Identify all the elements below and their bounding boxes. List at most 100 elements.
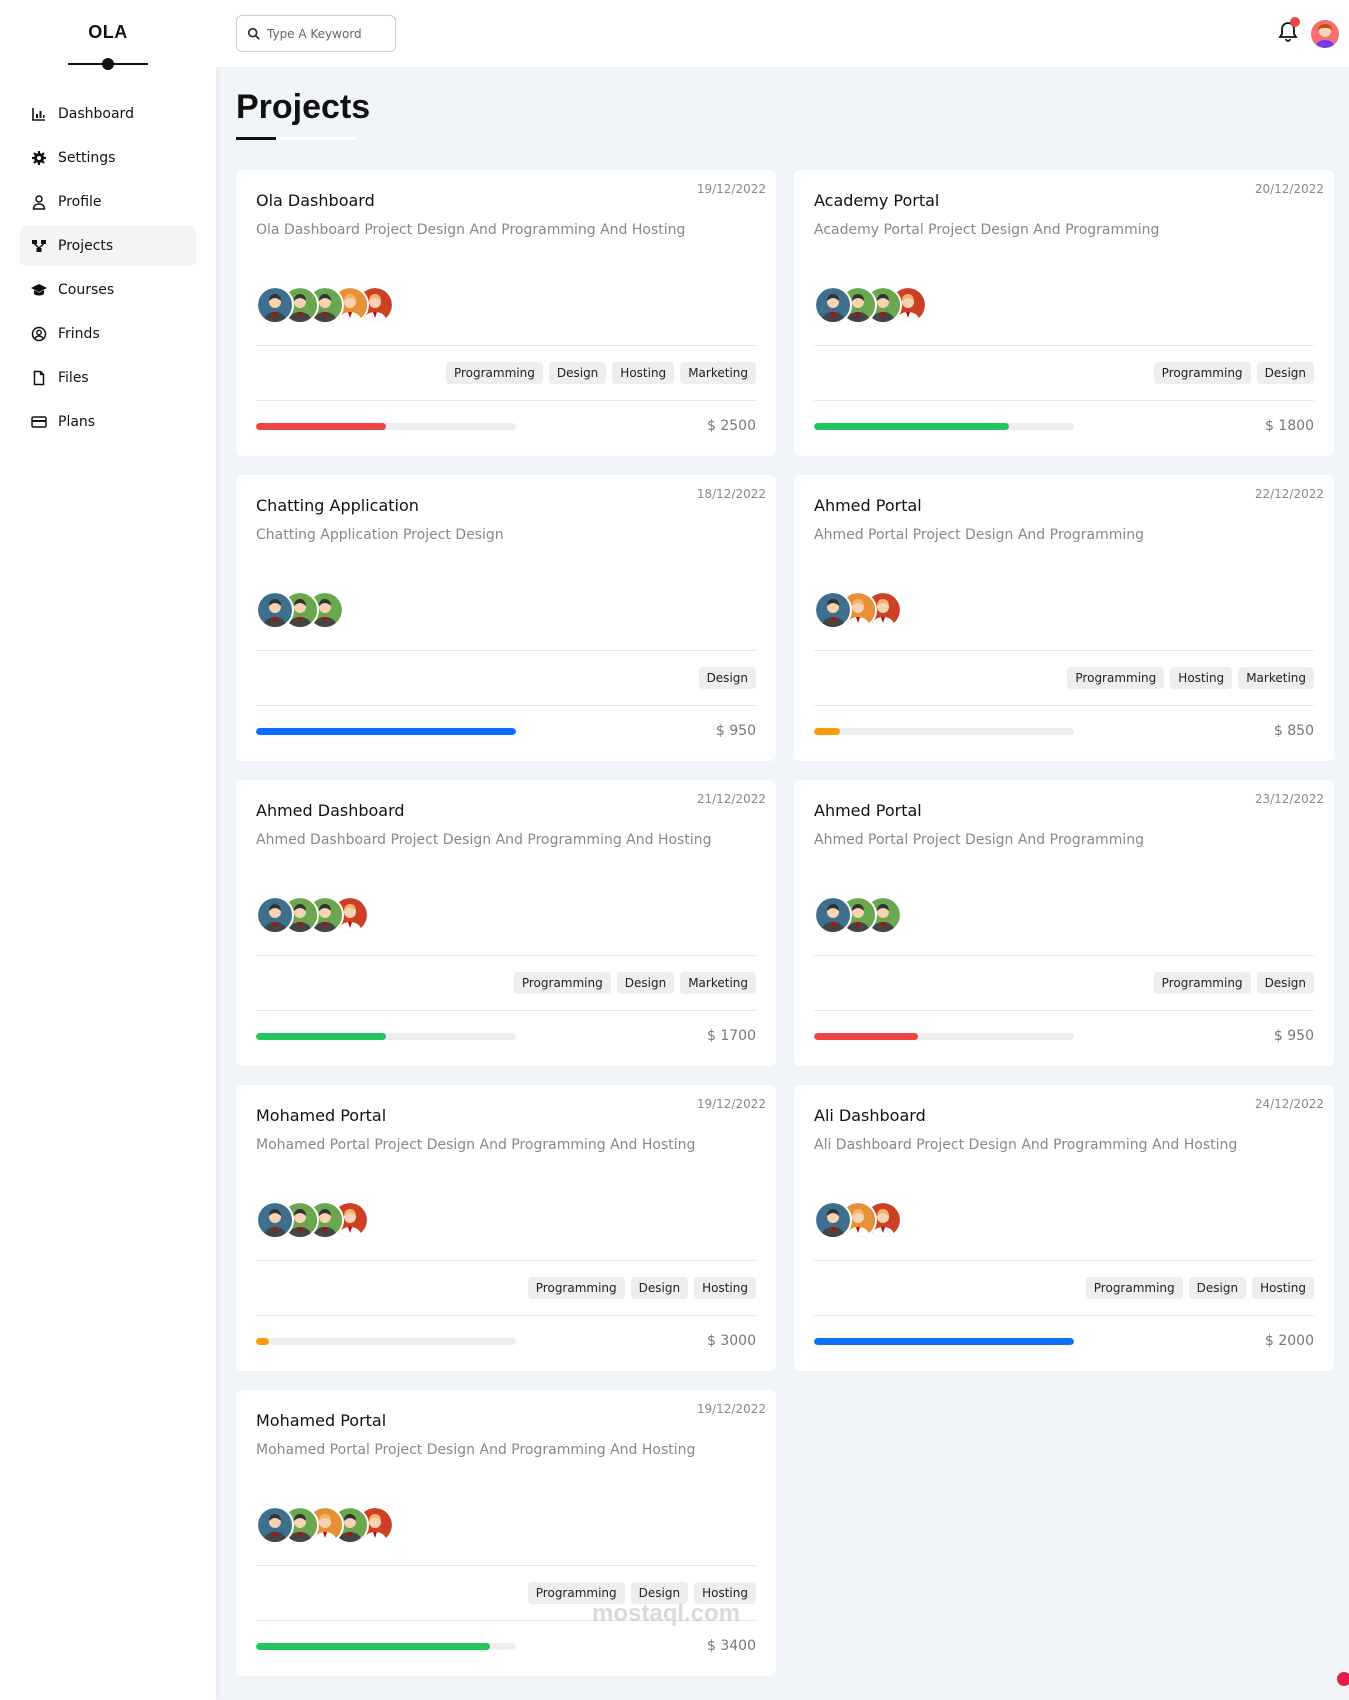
divider (256, 345, 756, 346)
project-title[interactable]: Chatting Application (256, 496, 419, 515)
project-tags: Programming Design Hosting (527, 1277, 756, 1299)
project-title[interactable]: Ola Dashboard (256, 191, 375, 210)
project-description: Mohamed Portal Project Design And Progra… (256, 1442, 696, 1458)
progress-fill (814, 728, 840, 735)
member-avatar[interactable] (256, 591, 294, 629)
tag-programming[interactable]: Programming (445, 362, 543, 384)
member-avatar[interactable] (256, 896, 294, 934)
member-avatar[interactable] (256, 1506, 294, 1544)
project-card[interactable]: 19/12/2022 Mohamed Portal Mohamed Portal P… (236, 1085, 776, 1371)
tag-programming[interactable]: Programming (513, 972, 611, 994)
sidebar-item-label: Plans (58, 414, 96, 430)
project-card[interactable]: 18/12/2022 Chatting Application Chatting A… (236, 475, 776, 761)
tag-design[interactable]: Design (698, 667, 756, 689)
progress-bar (256, 1643, 516, 1650)
tag-programming[interactable]: Programming (1153, 362, 1251, 384)
tag-hosting[interactable]: Hosting (1170, 667, 1233, 689)
search-input[interactable] (267, 26, 385, 41)
progress-bar (814, 1033, 1074, 1040)
tag-design[interactable]: Design (1256, 972, 1314, 994)
progress-fill (256, 1643, 490, 1650)
project-date: 24/12/2022 (1254, 1097, 1324, 1111)
user-circle-icon (30, 325, 48, 343)
project-price: $ 950 (715, 723, 756, 739)
tag-programming[interactable]: Programming (527, 1277, 625, 1299)
tag-marketing[interactable]: Marketing (1238, 667, 1314, 689)
sidebar-item-courses[interactable]: Courses (20, 270, 196, 310)
project-description: Mohamed Portal Project Design And Progra… (256, 1137, 696, 1153)
notification-badge (1290, 17, 1300, 27)
member-avatar[interactable] (256, 1201, 294, 1239)
project-title[interactable]: Ali Dashboard (814, 1106, 926, 1125)
project-tags: Design (698, 667, 756, 689)
member-avatar[interactable] (814, 286, 852, 324)
member-avatar[interactable] (814, 1201, 852, 1239)
tag-marketing[interactable]: Marketing (680, 362, 756, 384)
tag-hosting[interactable]: Hosting (694, 1277, 756, 1299)
sidebar-item-label: Courses (58, 282, 115, 298)
project-card[interactable]: 21/12/2022 Ahmed Dashboard Ahmed Dashboard… (236, 780, 776, 1066)
project-card[interactable]: 20/12/2022 Academy Portal Academy Portal P… (794, 170, 1334, 456)
progress-bar (814, 728, 1074, 735)
project-title[interactable]: Ahmed Portal (814, 801, 922, 820)
member-avatar[interactable] (256, 286, 294, 324)
sidebar-item-profile[interactable]: Profile (20, 182, 196, 222)
tag-design[interactable]: Design (548, 362, 607, 384)
project-title[interactable]: Mohamed Portal (256, 1106, 386, 1125)
tag-hosting[interactable]: Hosting (1252, 1277, 1314, 1299)
project-title[interactable]: Ahmed Portal (814, 496, 922, 515)
tag-design[interactable]: Design (1256, 362, 1314, 384)
project-date: 19/12/2022 (696, 1402, 766, 1416)
divider (256, 705, 756, 706)
divider (256, 955, 756, 956)
progress-bar (256, 1033, 516, 1040)
divider (814, 400, 1314, 401)
search-box[interactable] (236, 15, 396, 52)
sidebar-item-plans[interactable]: Plans (20, 402, 196, 442)
tag-design[interactable]: Design (630, 1277, 689, 1299)
tag-hosting[interactable]: Hosting (612, 362, 675, 384)
top-header (216, 0, 1349, 67)
tag-programming[interactable]: Programming (1153, 972, 1251, 994)
progress-fill (814, 1338, 1074, 1345)
member-avatar[interactable] (814, 591, 852, 629)
project-date: 23/12/2022 (1254, 792, 1324, 806)
team-avatars (256, 591, 344, 629)
member-avatar[interactable] (814, 896, 852, 934)
user-avatar[interactable] (1311, 20, 1339, 48)
project-description: Ahmed Portal Project Design And Programm… (814, 527, 1144, 543)
project-description: Academy Portal Project Design And Progra… (814, 222, 1160, 238)
project-card[interactable]: 19/12/2022 Ola Dashboard Ola Dashboard Pro… (236, 170, 776, 456)
project-tags: Programming Design (1153, 362, 1314, 384)
sidebar-item-files[interactable]: Files (20, 358, 196, 398)
project-card[interactable]: 19/12/2022 Mohamed Portal Mohamed Portal P… (236, 1390, 776, 1676)
project-title[interactable]: Academy Portal (814, 191, 939, 210)
sidebar-item-settings[interactable]: Settings (20, 138, 196, 178)
sidebar-item-dashboard[interactable]: Dashboard (20, 94, 196, 134)
project-title[interactable]: Mohamed Portal (256, 1411, 386, 1430)
sidebar-item-projects[interactable]: Projects (20, 226, 196, 266)
tag-design[interactable]: Design (616, 972, 675, 994)
project-card[interactable]: 22/12/2022 Ahmed Portal Ahmed Portal Proje… (794, 475, 1334, 761)
divider (814, 955, 1314, 956)
tag-design[interactable]: Design (1188, 1277, 1247, 1299)
divider (256, 1565, 756, 1566)
project-title[interactable]: Ahmed Dashboard (256, 801, 405, 820)
progress-bar (814, 1338, 1074, 1345)
chart-icon (30, 105, 48, 123)
sidebar-item-frinds[interactable]: Frinds (20, 314, 196, 354)
project-card[interactable]: 23/12/2022 Ahmed Portal Ahmed Portal Proje… (794, 780, 1334, 1066)
tag-marketing[interactable]: Marketing (680, 972, 756, 994)
tag-programming[interactable]: Programming (1085, 1277, 1183, 1299)
project-price: $ 2500 (707, 418, 756, 434)
search-icon (247, 27, 260, 40)
project-description: Ahmed Portal Project Design And Programm… (814, 832, 1144, 848)
divider (256, 1260, 756, 1261)
team-avatars (256, 1506, 394, 1544)
sidebar-item-label: Frinds (58, 326, 100, 342)
project-card[interactable]: 24/12/2022 Ali Dashboard Ali Dashboard Pro… (794, 1085, 1334, 1371)
tag-programming[interactable]: Programming (1067, 667, 1165, 689)
gear-icon (30, 149, 48, 167)
progress-bar (256, 423, 516, 430)
project-tags: Programming Design Marketing (513, 972, 756, 994)
